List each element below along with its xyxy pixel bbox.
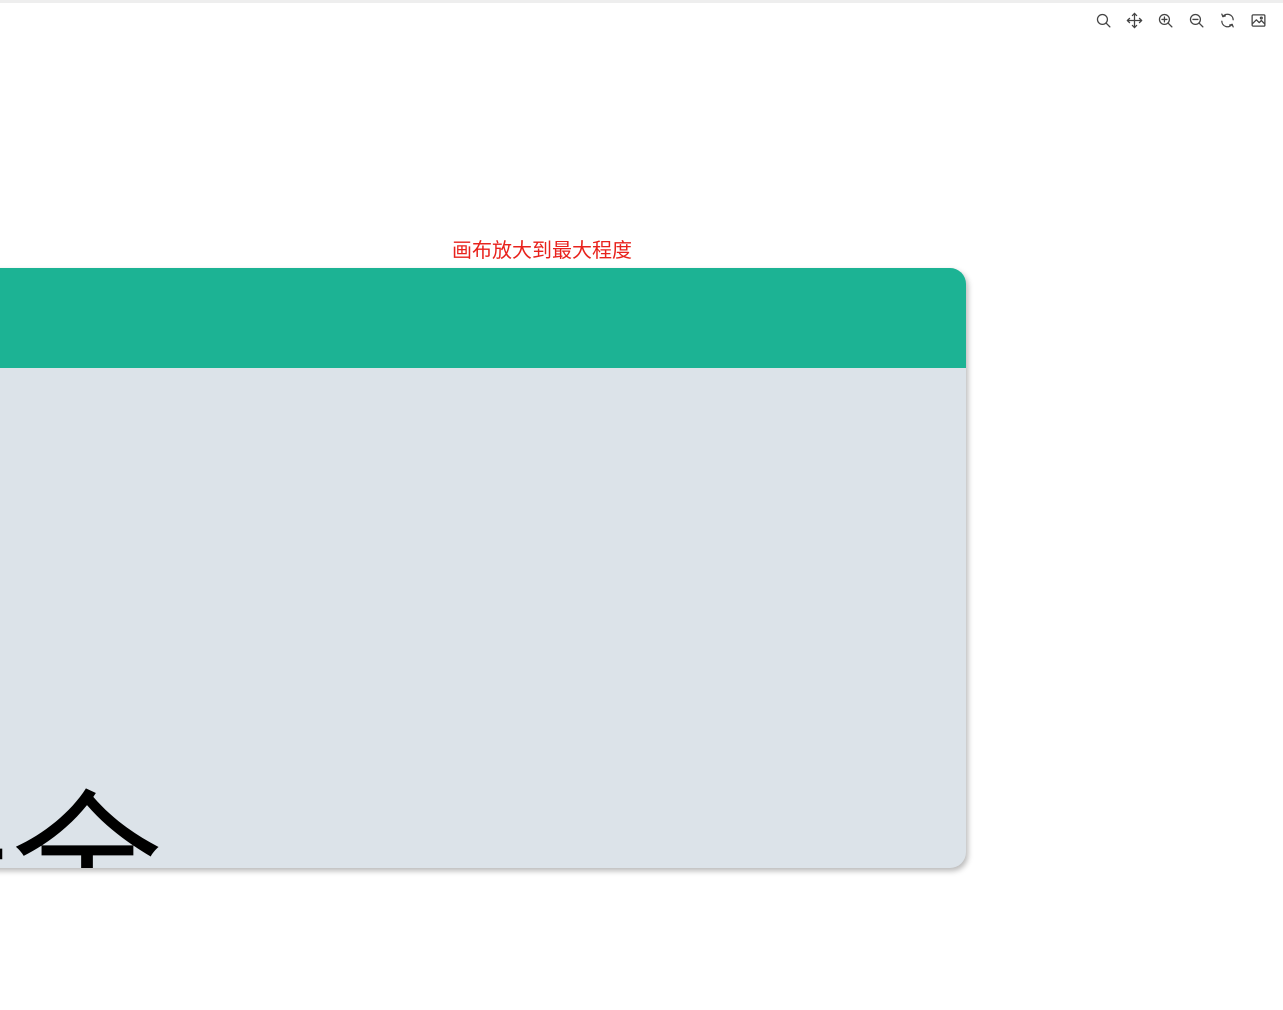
card-header bbox=[0, 268, 966, 368]
zoom-out-button[interactable] bbox=[1185, 11, 1207, 33]
refresh-button[interactable] bbox=[1216, 11, 1238, 33]
zoom-in-button[interactable] bbox=[1154, 11, 1176, 33]
canvas-zoom-hint: 画布放大到最大程度 bbox=[452, 238, 632, 262]
search-button[interactable] bbox=[1092, 11, 1114, 33]
canvas-card[interactable]: 安全 bbox=[0, 268, 966, 868]
canvas-toolbar bbox=[1092, 11, 1269, 33]
top-divider bbox=[0, 0, 1283, 3]
card-text: 安全 bbox=[0, 778, 163, 868]
export-image-button[interactable] bbox=[1247, 11, 1269, 33]
image-icon bbox=[1250, 12, 1267, 33]
zoom-out-icon bbox=[1188, 12, 1205, 33]
refresh-icon bbox=[1219, 12, 1236, 33]
move-button[interactable] bbox=[1123, 11, 1145, 33]
move-icon bbox=[1126, 12, 1143, 33]
search-icon bbox=[1095, 12, 1112, 33]
zoom-in-icon bbox=[1157, 12, 1174, 33]
